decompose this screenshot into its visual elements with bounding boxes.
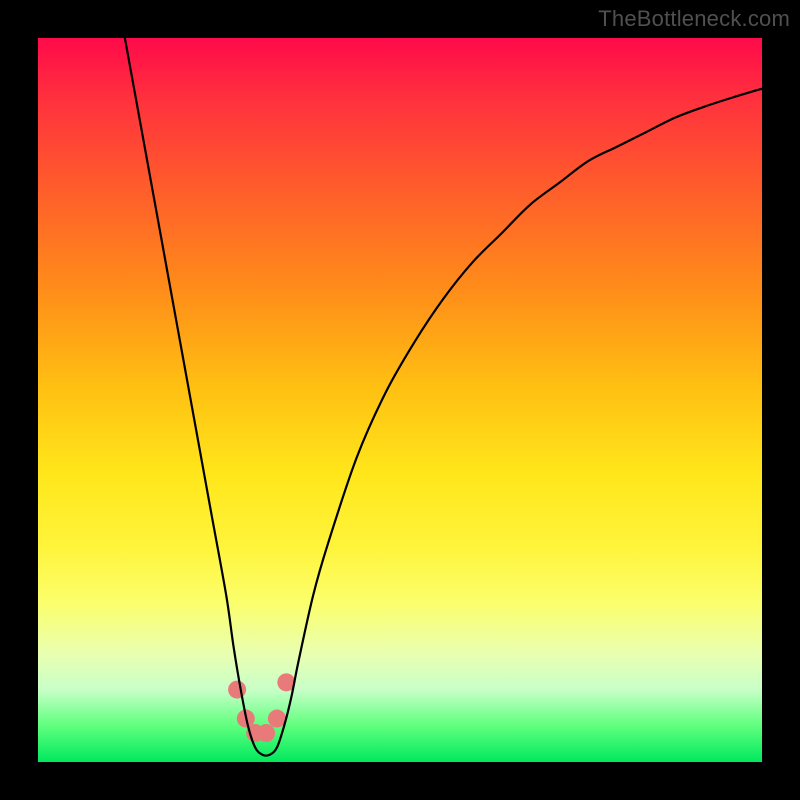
curve-layer — [38, 38, 762, 762]
chart-frame: TheBottleneck.com — [0, 0, 800, 800]
watermark-text: TheBottleneck.com — [598, 6, 790, 32]
curve-markers — [228, 673, 295, 742]
curve-marker — [228, 681, 246, 699]
curve-marker — [257, 724, 275, 742]
bottleneck-curve — [125, 38, 762, 756]
plot-area — [38, 38, 762, 762]
curve-marker — [268, 710, 286, 728]
